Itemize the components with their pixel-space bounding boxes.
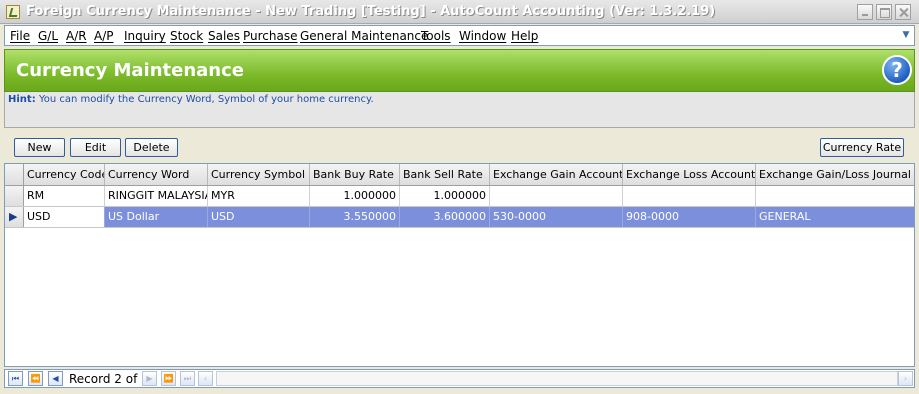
column-header[interactable]: Bank Buy Rate bbox=[310, 164, 400, 185]
cell-exchange-gain-account[interactable]: 530-0000 bbox=[490, 207, 623, 227]
cell-bank-sell-rate[interactable]: 1.000000 bbox=[400, 186, 490, 206]
title-bar: Foreign Currency Maintenance - New Tradi… bbox=[0, 0, 919, 24]
currency-grid[interactable]: Currency Code Currency Word Currency Sym… bbox=[4, 163, 915, 367]
horizontal-scrollbar[interactable] bbox=[216, 371, 898, 386]
hint-panel: Hint: You can modify the Currency Word, … bbox=[4, 92, 915, 128]
column-header[interactable]: Currency Word bbox=[105, 164, 208, 185]
column-header[interactable]: Currency Code bbox=[24, 164, 105, 185]
cell-exchange-journal[interactable]: GENERAL bbox=[756, 207, 914, 227]
scroll-left-icon[interactable]: ‹ bbox=[198, 371, 213, 386]
window-title: Foreign Currency Maintenance - New Tradi… bbox=[26, 4, 716, 19]
column-header[interactable]: Exchange Gain/Loss Journal bbox=[756, 164, 914, 185]
cell-bank-buy-rate[interactable]: 1.000000 bbox=[310, 186, 400, 206]
menu-inquiry[interactable]: Inquiry bbox=[124, 29, 166, 43]
scroll-right-icon[interactable]: › bbox=[898, 371, 913, 386]
previous-page-icon[interactable]: ⏪ bbox=[28, 371, 43, 386]
page-title: Currency Maintenance bbox=[16, 60, 244, 81]
current-row-arrow-icon[interactable]: ▶ bbox=[5, 207, 24, 227]
menu-gl[interactable]: G/L bbox=[38, 29, 58, 43]
cell-currency-word[interactable]: US Dollar bbox=[105, 207, 208, 227]
app-icon bbox=[6, 5, 20, 19]
menu-general-maintenance[interactable]: General Maintenance bbox=[300, 29, 428, 43]
next-page-icon[interactable]: ⏩ bbox=[161, 371, 176, 386]
cell-exchange-loss-account[interactable] bbox=[623, 186, 756, 206]
grid-header: Currency Code Currency Word Currency Sym… bbox=[5, 164, 914, 186]
menu-ap[interactable]: A/P bbox=[94, 29, 114, 43]
column-header[interactable]: Exchange Loss Account bbox=[623, 164, 756, 185]
first-record-icon[interactable]: ⏮ bbox=[8, 371, 23, 386]
cell-bank-sell-rate[interactable]: 3.600000 bbox=[400, 207, 490, 227]
hint-text: You can modify the Currency Word, Symbol… bbox=[39, 94, 374, 105]
menu-stock[interactable]: Stock bbox=[170, 29, 203, 43]
cell-currency-symbol[interactable]: USD bbox=[208, 207, 310, 227]
currency-rate-button[interactable]: Currency Rate bbox=[820, 138, 904, 157]
last-record-icon[interactable]: ⏭ bbox=[180, 371, 195, 386]
cell-currency-code[interactable]: USD bbox=[24, 207, 105, 227]
chevron-down-icon[interactable]: ▼ bbox=[900, 28, 912, 43]
table-row-selected[interactable]: ▶ USD US Dollar USD 3.550000 3.600000 53… bbox=[5, 207, 914, 228]
cell-currency-symbol[interactable]: MYR bbox=[208, 186, 310, 206]
cell-currency-code[interactable]: RM bbox=[24, 186, 105, 206]
edit-button[interactable]: Edit bbox=[70, 138, 121, 157]
cell-exchange-loss-account[interactable]: 908-0000 bbox=[623, 207, 756, 227]
row-indicator[interactable] bbox=[5, 186, 24, 206]
menu-bar: File G/L A/R A/P Inquiry Stock Sales Pur… bbox=[4, 25, 915, 46]
menu-window[interactable]: Window bbox=[459, 29, 506, 43]
close-button[interactable] bbox=[895, 4, 911, 20]
menu-ar[interactable]: A/R bbox=[66, 29, 87, 43]
previous-record-icon[interactable]: ◀ bbox=[48, 371, 63, 386]
cell-currency-word[interactable]: RINGGIT MALAYSIA bbox=[105, 186, 208, 206]
cell-exchange-journal[interactable] bbox=[756, 186, 914, 206]
minimize-button[interactable] bbox=[857, 4, 873, 20]
record-position: Record 2 of 2 bbox=[69, 372, 149, 386]
menu-file[interactable]: File bbox=[10, 29, 30, 43]
column-header[interactable]: Exchange Gain Account bbox=[490, 164, 623, 185]
column-header[interactable]: Bank Sell Rate bbox=[400, 164, 490, 185]
help-icon[interactable]: ? bbox=[882, 55, 912, 85]
new-button[interactable]: New bbox=[14, 138, 65, 157]
column-header[interactable]: Currency Symbol bbox=[208, 164, 310, 185]
cell-bank-buy-rate[interactable]: 3.550000 bbox=[310, 207, 400, 227]
menu-tools[interactable]: Tools bbox=[421, 29, 451, 43]
cell-exchange-gain-account[interactable] bbox=[490, 186, 623, 206]
delete-button[interactable]: Delete bbox=[125, 138, 178, 157]
record-navigator: ⏮ ⏪ ◀ Record 2 of 2 ▶ ⏩ ⏭ ‹ › bbox=[4, 369, 915, 388]
menu-purchase[interactable]: Purchase bbox=[243, 29, 298, 43]
maximize-button[interactable] bbox=[876, 4, 892, 20]
hint-label: Hint: bbox=[8, 94, 36, 105]
table-row[interactable]: RM RINGGIT MALAYSIA MYR 1.000000 1.00000… bbox=[5, 186, 914, 207]
page-header: Currency Maintenance ? bbox=[4, 49, 915, 92]
row-indicator-header bbox=[5, 164, 24, 185]
next-record-icon[interactable]: ▶ bbox=[142, 371, 157, 386]
menu-sales[interactable]: Sales bbox=[208, 29, 240, 43]
menu-help[interactable]: Help bbox=[511, 29, 538, 43]
